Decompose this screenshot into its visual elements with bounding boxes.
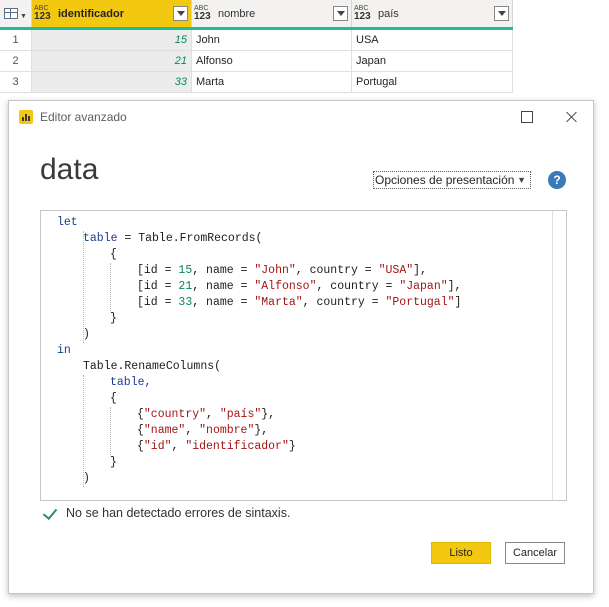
row-number[interactable]: 1 <box>0 30 32 50</box>
column-filter-button[interactable] <box>333 6 348 21</box>
table-menu-button[interactable]: ▼ <box>0 0 32 27</box>
cell-nombre[interactable]: Alfonso <box>192 51 352 71</box>
column-header-identificador[interactable]: ABC 123 identificador <box>32 0 192 27</box>
code-editor[interactable]: let table = Table.FromRecords( { [id = 1… <box>40 210 567 501</box>
cell-nombre[interactable]: John <box>192 30 352 50</box>
check-icon <box>43 506 59 520</box>
table-row: 3 33 Marta Portugal <box>0 72 513 93</box>
type-any-icon[interactable]: ABC 123 <box>354 5 376 22</box>
code-line: ) <box>83 472 90 485</box>
code-line: in <box>57 344 71 357</box>
column-filter-button[interactable] <box>494 6 509 21</box>
cell-identificador[interactable]: 15 <box>32 30 192 50</box>
code-line: {"country", "país"}, <box>137 408 276 421</box>
code-line: [id = 33, name = "Marta", country = "Por… <box>137 296 462 309</box>
row-number[interactable]: 3 <box>0 72 32 92</box>
advanced-editor-dialog: Editor avanzado data Opciones de present… <box>8 100 594 594</box>
grid-header: ▼ ABC 123 identificador ABC 123 nombre A… <box>0 0 513 30</box>
code-line: [id = 21, name = "Alfonso", country = "J… <box>137 280 462 293</box>
code-line: { <box>110 392 117 405</box>
chevron-down-icon: ▼ <box>517 175 526 185</box>
code-line: Table.RenameColumns( <box>83 360 222 373</box>
column-header-nombre[interactable]: ABC 123 nombre <box>192 0 352 27</box>
dropdown-arrow-icon <box>176 11 185 16</box>
cell-pais[interactable]: Japan <box>352 51 513 71</box>
column-filter-button[interactable] <box>173 6 188 21</box>
code-line: {"id", "identificador"} <box>137 440 296 453</box>
dropdown-arrow-icon <box>497 11 506 16</box>
cell-identificador[interactable]: 33 <box>32 72 192 92</box>
column-title: país <box>378 7 399 20</box>
table-icon <box>4 8 19 19</box>
code-line: { <box>110 248 117 261</box>
cancel-button[interactable]: Cancelar <box>505 542 565 564</box>
type-any-icon[interactable]: ABC 123 <box>194 5 216 22</box>
close-button[interactable] <box>561 107 583 127</box>
type-any-icon[interactable]: ABC 123 <box>34 5 56 22</box>
cell-nombre[interactable]: Marta <box>192 72 352 92</box>
dropdown-arrow-icon <box>336 11 345 16</box>
cell-identificador[interactable]: 21 <box>32 51 192 71</box>
query-name: data <box>40 153 99 186</box>
cell-pais[interactable]: Portugal <box>352 72 513 92</box>
column-header-pais[interactable]: ABC 123 país <box>352 0 513 27</box>
code-line: {"name", "nombre"}, <box>137 424 269 437</box>
code-line: [id = 15, name = "John", country = "USA"… <box>137 264 427 277</box>
done-button[interactable]: Listo <box>431 542 491 564</box>
code-line: } <box>110 456 117 469</box>
display-options-dropdown[interactable]: Opciones de presentación ▼ <box>373 171 531 189</box>
help-icon[interactable]: ? <box>548 171 566 189</box>
maximize-button[interactable] <box>515 107 537 127</box>
dialog-title: Editor avanzado <box>40 110 127 124</box>
code-line: ) <box>83 328 90 341</box>
chevron-down-icon: ▼ <box>20 13 27 20</box>
power-bi-icon <box>19 110 33 124</box>
code-line: table = Table.FromRecords( <box>83 232 263 245</box>
row-number[interactable]: 2 <box>0 51 32 71</box>
editor-scrollbar[interactable] <box>552 211 566 500</box>
column-title: identificador <box>58 7 125 20</box>
display-options-label: Opciones de presentación <box>375 173 515 187</box>
code-content[interactable]: let table = Table.FromRecords( { [id = 1… <box>41 215 461 487</box>
dialog-titlebar[interactable]: Editor avanzado <box>9 101 593 133</box>
code-line: table, <box>110 376 152 389</box>
data-grid: ▼ ABC 123 identificador ABC 123 nombre A… <box>0 0 513 93</box>
code-line: } <box>110 312 117 325</box>
cell-pais[interactable]: USA <box>352 30 513 50</box>
syntax-status-text: No se han detectado errores de sintaxis. <box>66 506 291 520</box>
syntax-status: No se han detectado errores de sintaxis. <box>43 506 290 520</box>
code-line: let <box>57 216 78 229</box>
column-title: nombre <box>218 7 256 20</box>
table-row: 2 21 Alfonso Japan <box>0 51 513 72</box>
table-row: 1 15 John USA <box>0 30 513 51</box>
